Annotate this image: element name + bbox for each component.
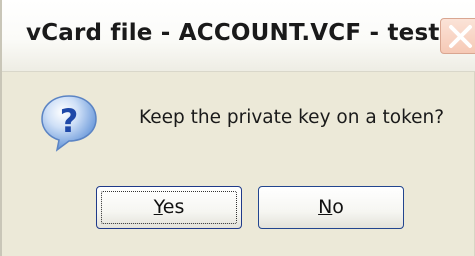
no-mnemonic: N <box>318 196 333 218</box>
dialog-window: vCard file - ACCOUNT.VCF - test ? Keep t… <box>0 0 475 256</box>
window-title: vCard file - ACCOUNT.VCF - test <box>26 20 440 46</box>
question-icon: ? <box>41 95 97 152</box>
yes-label-rest: es <box>162 196 185 218</box>
close-button[interactable] <box>440 18 475 54</box>
no-label-rest: o <box>332 196 344 218</box>
close-icon <box>449 25 472 48</box>
yes-mnemonic: Y <box>153 196 163 218</box>
dialog-message: Keep the private key on a token? <box>139 107 445 128</box>
no-button[interactable]: No <box>258 186 404 229</box>
svg-text:?: ? <box>60 102 79 140</box>
yes-button[interactable]: Yes <box>96 186 242 229</box>
title-bar[interactable]: vCard file - ACCOUNT.VCF - test <box>2 0 475 72</box>
